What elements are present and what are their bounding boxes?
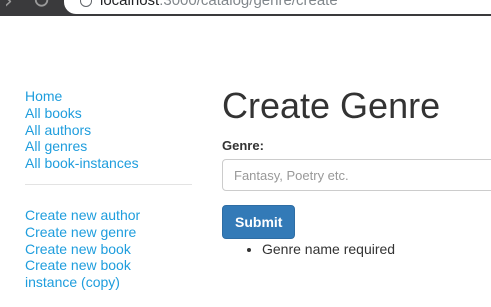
sidebar-link-all-genres[interactable]: All genres	[25, 138, 195, 155]
genre-form: Genre: Submit	[222, 138, 491, 239]
error-message: Genre name required	[262, 241, 491, 257]
url-path: :3000/catalog/genre/create	[159, 0, 338, 9]
browser-toolbar: › ↻ localhost:3000/catalog/genre/create	[0, 0, 491, 16]
genre-input[interactable]	[222, 159, 491, 191]
reload-icon[interactable]: ↻	[32, 0, 50, 13]
page-title: Create Genre	[222, 85, 441, 126]
sidebar-link-home[interactable]: Home	[25, 88, 195, 105]
error-list: Genre name required	[222, 241, 491, 257]
sidebar-link-create-author[interactable]: Create new author	[25, 207, 195, 224]
sidebar-link-all-book-instances[interactable]: All book-instances	[25, 155, 195, 172]
sidebar-link-create-genre[interactable]: Create new genre	[25, 224, 195, 241]
address-bar[interactable]: localhost:3000/catalog/genre/create	[64, 0, 491, 14]
main-content: Create Genre Genre: Submit Genre name re…	[222, 84, 491, 257]
sidebar-link-create-book[interactable]: Create new book	[25, 241, 195, 258]
address-url: localhost:3000/catalog/genre/create	[100, 0, 338, 9]
sidebar-divider	[25, 183, 192, 185]
sidebar-link-all-authors[interactable]: All authors	[25, 122, 195, 139]
info-icon[interactable]	[80, 0, 92, 7]
forward-icon[interactable]: ›	[4, 0, 13, 13]
sidebar-link-create-book-instance[interactable]: Create new book instance (copy)	[25, 257, 145, 291]
url-host: localhost	[100, 0, 160, 9]
submit-button[interactable]: Submit	[222, 205, 296, 239]
genre-label: Genre:	[222, 138, 264, 153]
sidebar-link-all-books[interactable]: All books	[25, 105, 195, 122]
sidebar-nav: Home All books All authors All genres Al…	[25, 88, 195, 291]
